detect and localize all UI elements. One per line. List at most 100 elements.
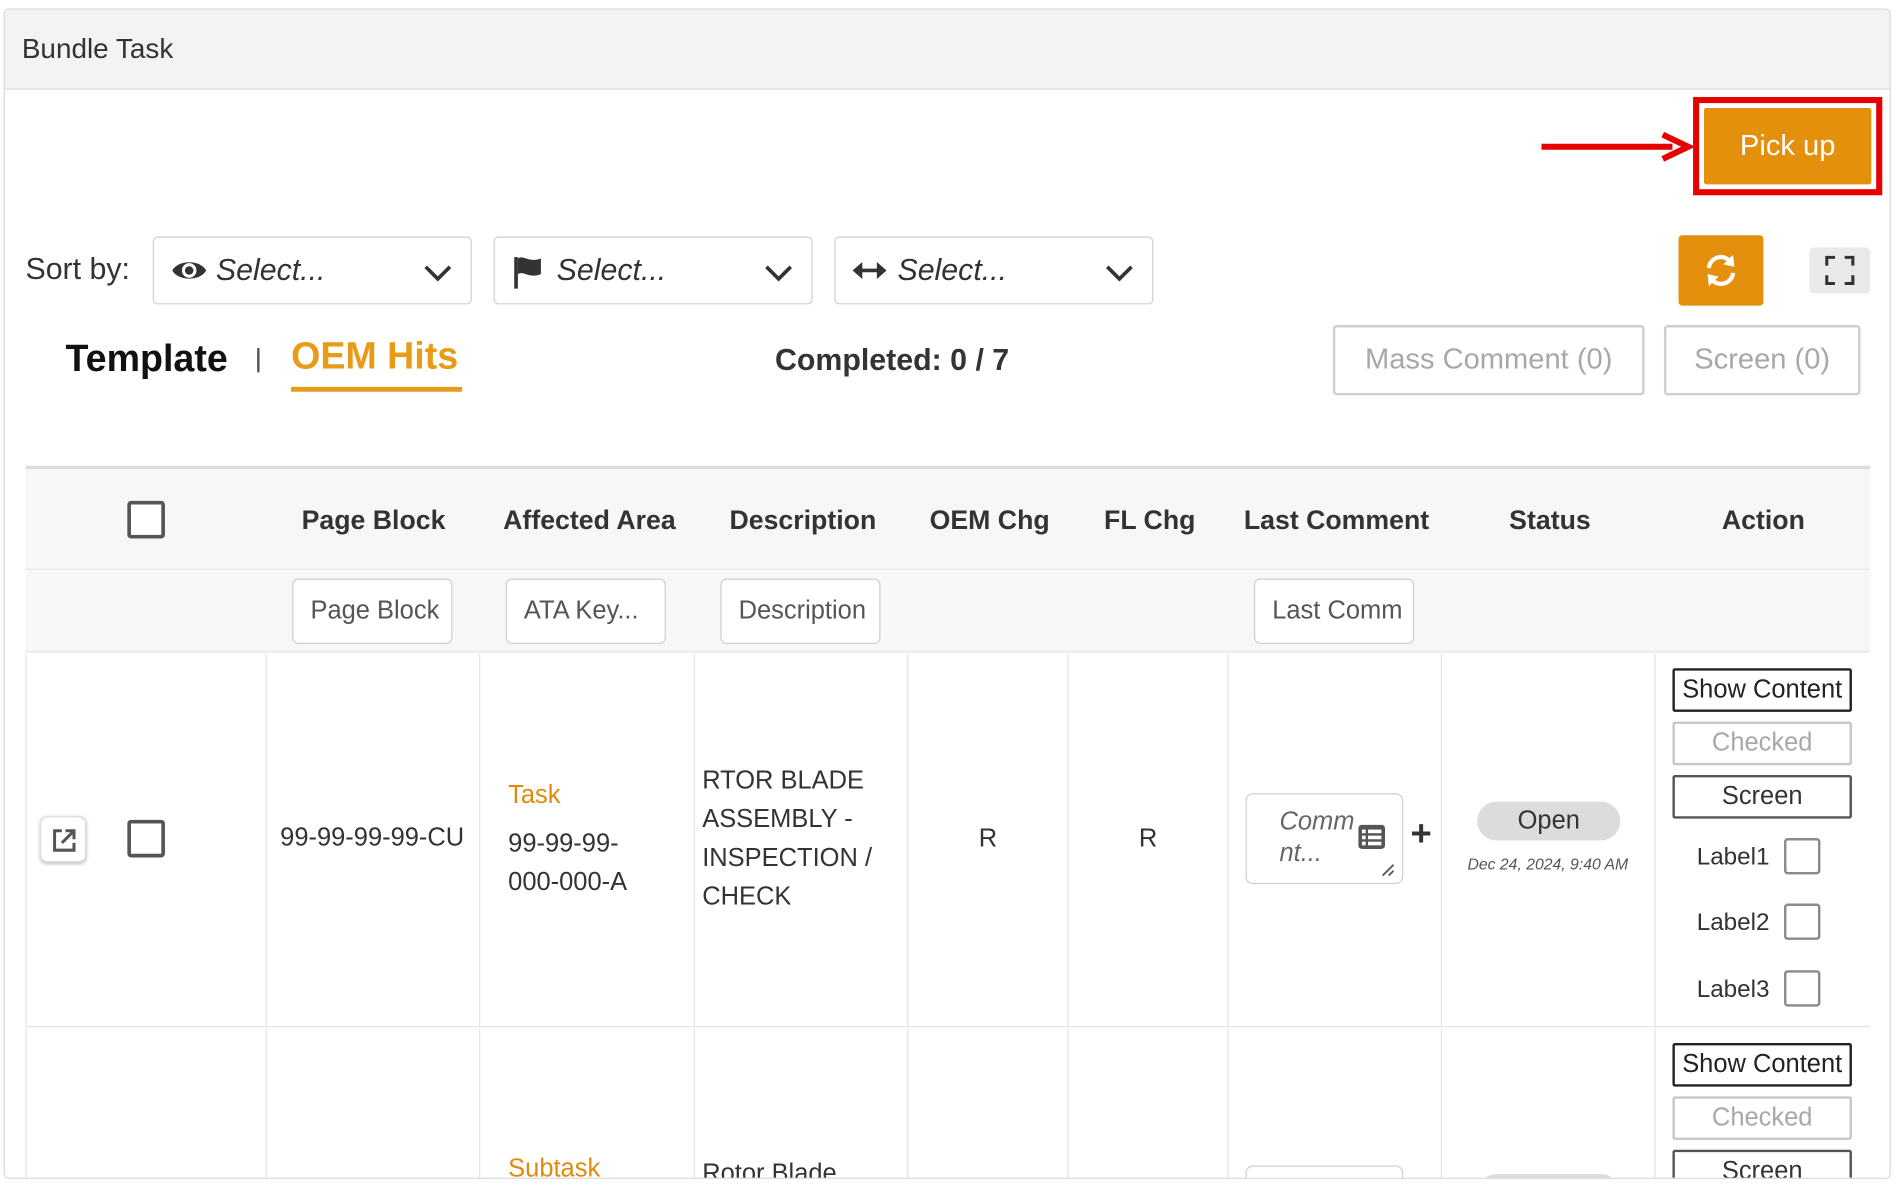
description-line: ASSEMBLY - xyxy=(702,805,853,834)
sort-select-value: Select... xyxy=(215,253,326,288)
panel-title: Bundle Task xyxy=(21,32,174,65)
comment-textarea[interactable]: Comm nt... xyxy=(1245,793,1404,885)
annotation-arrow-icon xyxy=(1541,131,1696,162)
col-divider xyxy=(693,653,695,1028)
col-description[interactable]: Description xyxy=(696,505,909,537)
col-divider xyxy=(1654,653,1656,1028)
col-fl-chg[interactable]: FL Chg xyxy=(1070,505,1230,537)
table-row: 99-99-99-99-CU Task 99-99-99- 000-000-A … xyxy=(25,653,1871,1028)
col-divider xyxy=(1067,653,1069,1028)
col-divider xyxy=(1227,1028,1229,1178)
col-last-comment[interactable]: Last Comment xyxy=(1230,505,1443,537)
affected-area-line: 99-99-99- xyxy=(508,829,619,858)
status-badge: Open xyxy=(1477,801,1621,841)
description-line: RTOR BLADE xyxy=(702,766,865,795)
task-type-label: Task xyxy=(508,781,561,809)
show-content-button[interactable]: Show Content xyxy=(1672,1043,1852,1087)
label1-checkbox[interactable] xyxy=(1784,838,1821,875)
sort-select-arrows[interactable]: Select... xyxy=(834,236,1154,305)
mass-comment-button[interactable]: Mass Comment (0) xyxy=(1332,325,1645,396)
comment-textarea[interactable] xyxy=(1245,1165,1404,1178)
description-line: Rotor Blade xyxy=(702,1159,837,1179)
pickup-highlight: Pick up xyxy=(1693,97,1883,196)
table-row: Subtask Rotor Blade Show Content Checked… xyxy=(25,1028,1870,1178)
add-comment-plus-icon[interactable]: + xyxy=(1410,814,1431,855)
checked-button[interactable]: Checked xyxy=(1672,721,1852,766)
label2-checkbox[interactable] xyxy=(1784,903,1821,940)
flag-icon xyxy=(514,257,541,289)
screen-button[interactable]: Screen xyxy=(1672,1149,1852,1178)
active-tab-indicator xyxy=(291,386,463,392)
last-comment-filter-input[interactable]: Last Comm xyxy=(1254,578,1415,644)
col-divider xyxy=(693,1028,695,1178)
description-line: CHECK xyxy=(702,882,792,911)
sort-select-eye[interactable]: Select... xyxy=(152,236,472,305)
col-divider xyxy=(479,1028,481,1178)
row-checkbox[interactable] xyxy=(127,819,165,858)
status-badge xyxy=(1477,1173,1621,1178)
col-action: Action xyxy=(1721,504,1805,535)
tasks-table: Page Block Affected Area Description OEM… xyxy=(25,465,1871,1178)
task-type-label: Subtask xyxy=(508,1154,601,1179)
col-divider xyxy=(25,653,27,1028)
description-filter-input[interactable]: Description xyxy=(720,578,881,644)
label1-text: Label1 xyxy=(1696,844,1770,871)
sort-select-value: Select... xyxy=(897,253,1008,288)
affected-area-filter-input[interactable]: ATA Key... xyxy=(505,578,666,644)
status-timestamp: Dec 24, 2024, 9:40 AM xyxy=(1467,855,1629,874)
screen-button[interactable]: Screen xyxy=(1672,774,1852,819)
sort-by-label: Sort by: xyxy=(25,252,130,287)
arrows-horizontal-icon xyxy=(852,261,887,279)
bundle-task-panel: Bundle Task Pick up Sort by: Select... S… xyxy=(3,8,1891,1179)
label2-text: Label2 xyxy=(1696,909,1770,937)
tab-template[interactable]: Template xyxy=(65,337,227,381)
chevron-down-icon xyxy=(765,265,793,282)
oem-chg-value: R xyxy=(978,824,998,853)
col-divider xyxy=(907,653,909,1028)
label3-text: Label3 xyxy=(1696,976,1770,1003)
completed-counter: Completed: 0 / 7 xyxy=(774,343,1010,378)
fl-chg-value: R xyxy=(1138,824,1158,853)
col-page-block[interactable]: Page Block xyxy=(270,505,476,537)
list-icon xyxy=(1358,824,1386,849)
page-block-filter-input[interactable]: Page Block xyxy=(292,578,453,644)
refresh-button[interactable] xyxy=(1678,235,1764,306)
external-link-icon xyxy=(53,829,76,852)
panel-header: Bundle Task xyxy=(4,9,1890,90)
table-header: Page Block Affected Area Description OEM… xyxy=(25,469,1871,571)
col-divider xyxy=(1654,1028,1656,1178)
col-divider xyxy=(1440,653,1443,1028)
affected-area-line: 000-000-A xyxy=(508,868,628,897)
screen-all-button[interactable]: Screen (0) xyxy=(1663,325,1861,396)
col-divider xyxy=(265,1028,267,1178)
sort-select-value: Select... xyxy=(556,253,667,288)
col-divider xyxy=(1067,1028,1069,1178)
col-divider xyxy=(265,653,267,1028)
eye-icon xyxy=(172,262,207,279)
expand-icon xyxy=(1825,255,1855,286)
pick-up-button[interactable]: Pick up xyxy=(1703,107,1872,185)
col-divider xyxy=(25,1028,27,1178)
resize-handle-icon[interactable] xyxy=(1380,862,1395,877)
show-content-button[interactable]: Show Content xyxy=(1672,668,1852,712)
col-status[interactable]: Status xyxy=(1443,505,1656,537)
select-all-checkbox[interactable] xyxy=(127,500,165,539)
col-divider xyxy=(907,1028,909,1178)
comment-placeholder-line: nt... xyxy=(1279,839,1322,868)
label3-checkbox[interactable] xyxy=(1784,970,1821,1007)
col-oem-chg[interactable]: OEM Chg xyxy=(910,505,1070,537)
col-affected-area[interactable]: Affected Area xyxy=(483,505,696,537)
chevron-down-icon xyxy=(424,265,452,282)
open-external-button[interactable] xyxy=(40,816,87,863)
description-line: INSPECTION / xyxy=(702,844,873,873)
fullscreen-button[interactable] xyxy=(1809,247,1871,294)
tab-separator xyxy=(257,348,260,373)
filter-row: Page Block ATA Key... Description Last C… xyxy=(25,571,1871,653)
checked-button[interactable]: Checked xyxy=(1672,1096,1852,1141)
refresh-icon xyxy=(1706,254,1736,287)
tab-oem-hits[interactable]: OEM Hits xyxy=(291,335,458,379)
col-divider xyxy=(479,653,481,1028)
col-divider xyxy=(1227,653,1229,1028)
page-block-value: 99-99-99-99-CU xyxy=(280,823,465,852)
sort-select-flag[interactable]: Select... xyxy=(493,236,813,305)
